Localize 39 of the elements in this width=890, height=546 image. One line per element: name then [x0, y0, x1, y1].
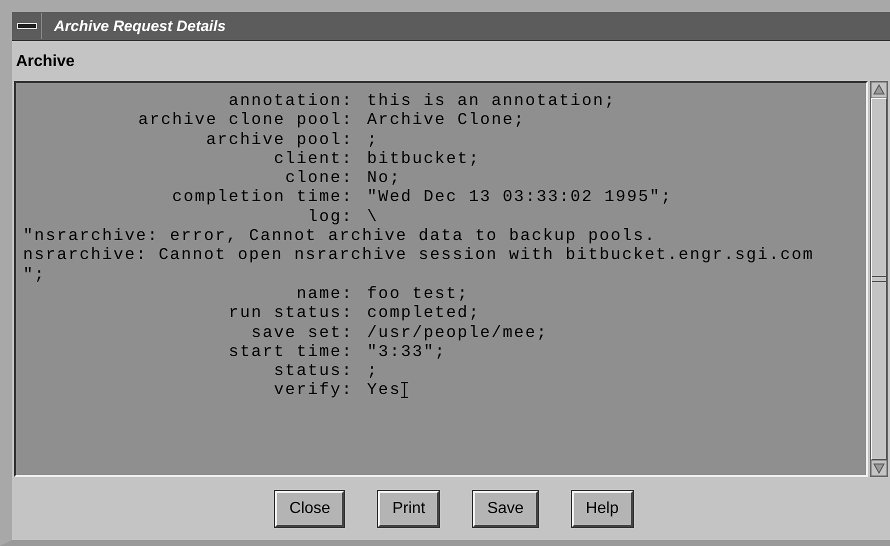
- field-value: "3:33";: [367, 342, 446, 362]
- field-label: run status:: [228, 303, 353, 323]
- field-value: \: [367, 206, 378, 226]
- field-value: Yes: [367, 380, 401, 400]
- field-label: annotation:: [228, 91, 353, 110]
- window-title: Archive Request Details: [54, 18, 226, 34]
- log-text: nsrarchive: Cannot open nsrarchive session with bitbucket.engr.sgi.com: [23, 245, 814, 265]
- field-value: ;: [367, 130, 378, 149]
- field-value: ;: [367, 361, 378, 380]
- field-label: status:: [272, 361, 353, 380]
- log-text: "nsrarchive: error, Cannot archive data to backup pools.: [23, 226, 656, 246]
- field-label: verify:: [272, 380, 353, 400]
- field-value: Archive Clone;: [367, 110, 526, 130]
- section-label: Archive: [15, 52, 76, 72]
- field-value: bitbucket;: [367, 148, 480, 168]
- scroll-up-arrow-icon[interactable]: [871, 82, 887, 98]
- dialog-button[interactable]: Save: [473, 490, 538, 526]
- field-label: start time:: [228, 342, 353, 362]
- field-value: /usr/people/mee;: [367, 322, 548, 342]
- scroll-down-arrow-icon[interactable]: [871, 460, 887, 476]
- field-label: log:: [306, 206, 353, 226]
- field-label: completion time:: [171, 187, 353, 207]
- field-label: save set:: [250, 322, 353, 342]
- field-value: this is an annotation;: [367, 91, 616, 110]
- field-label: archive pool:: [205, 130, 353, 149]
- field-value: completed;: [367, 303, 480, 323]
- field-label: name:: [295, 284, 353, 304]
- vertical-scrollbar[interactable]: [870, 81, 888, 477]
- log-text: ";: [23, 264, 46, 284]
- field-value: No;: [367, 168, 401, 188]
- details-text-area[interactable]: [14, 81, 868, 477]
- dialog-button[interactable]: Help: [572, 490, 633, 526]
- dialog-button[interactable]: Close: [275, 490, 344, 526]
- dialog-button[interactable]: Print: [378, 490, 440, 526]
- field-label: client:: [272, 148, 353, 168]
- field-value: foo test;: [367, 284, 469, 304]
- field-label: clone:: [284, 168, 353, 188]
- field-value: "Wed Dec 13 03:33:02 1995";: [367, 187, 672, 207]
- field-label: archive clone pool:: [137, 110, 353, 130]
